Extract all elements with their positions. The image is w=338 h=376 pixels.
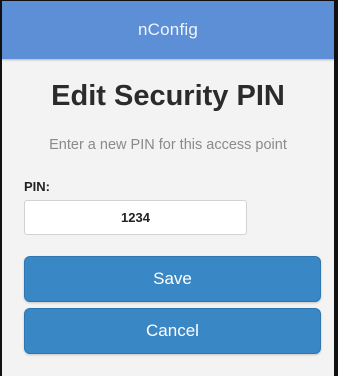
app-title: nConfig <box>138 20 198 39</box>
window-frame-right <box>334 0 338 376</box>
save-button[interactable]: Save <box>24 256 321 302</box>
pin-label: PIN: <box>24 179 50 194</box>
page-subtitle: Enter a new PIN for this access point <box>49 137 287 153</box>
pin-input[interactable] <box>24 200 247 235</box>
page-title: Edit Security PIN <box>51 80 285 112</box>
app-header: nConfig <box>2 1 334 59</box>
cancel-button[interactable]: Cancel <box>24 308 321 354</box>
